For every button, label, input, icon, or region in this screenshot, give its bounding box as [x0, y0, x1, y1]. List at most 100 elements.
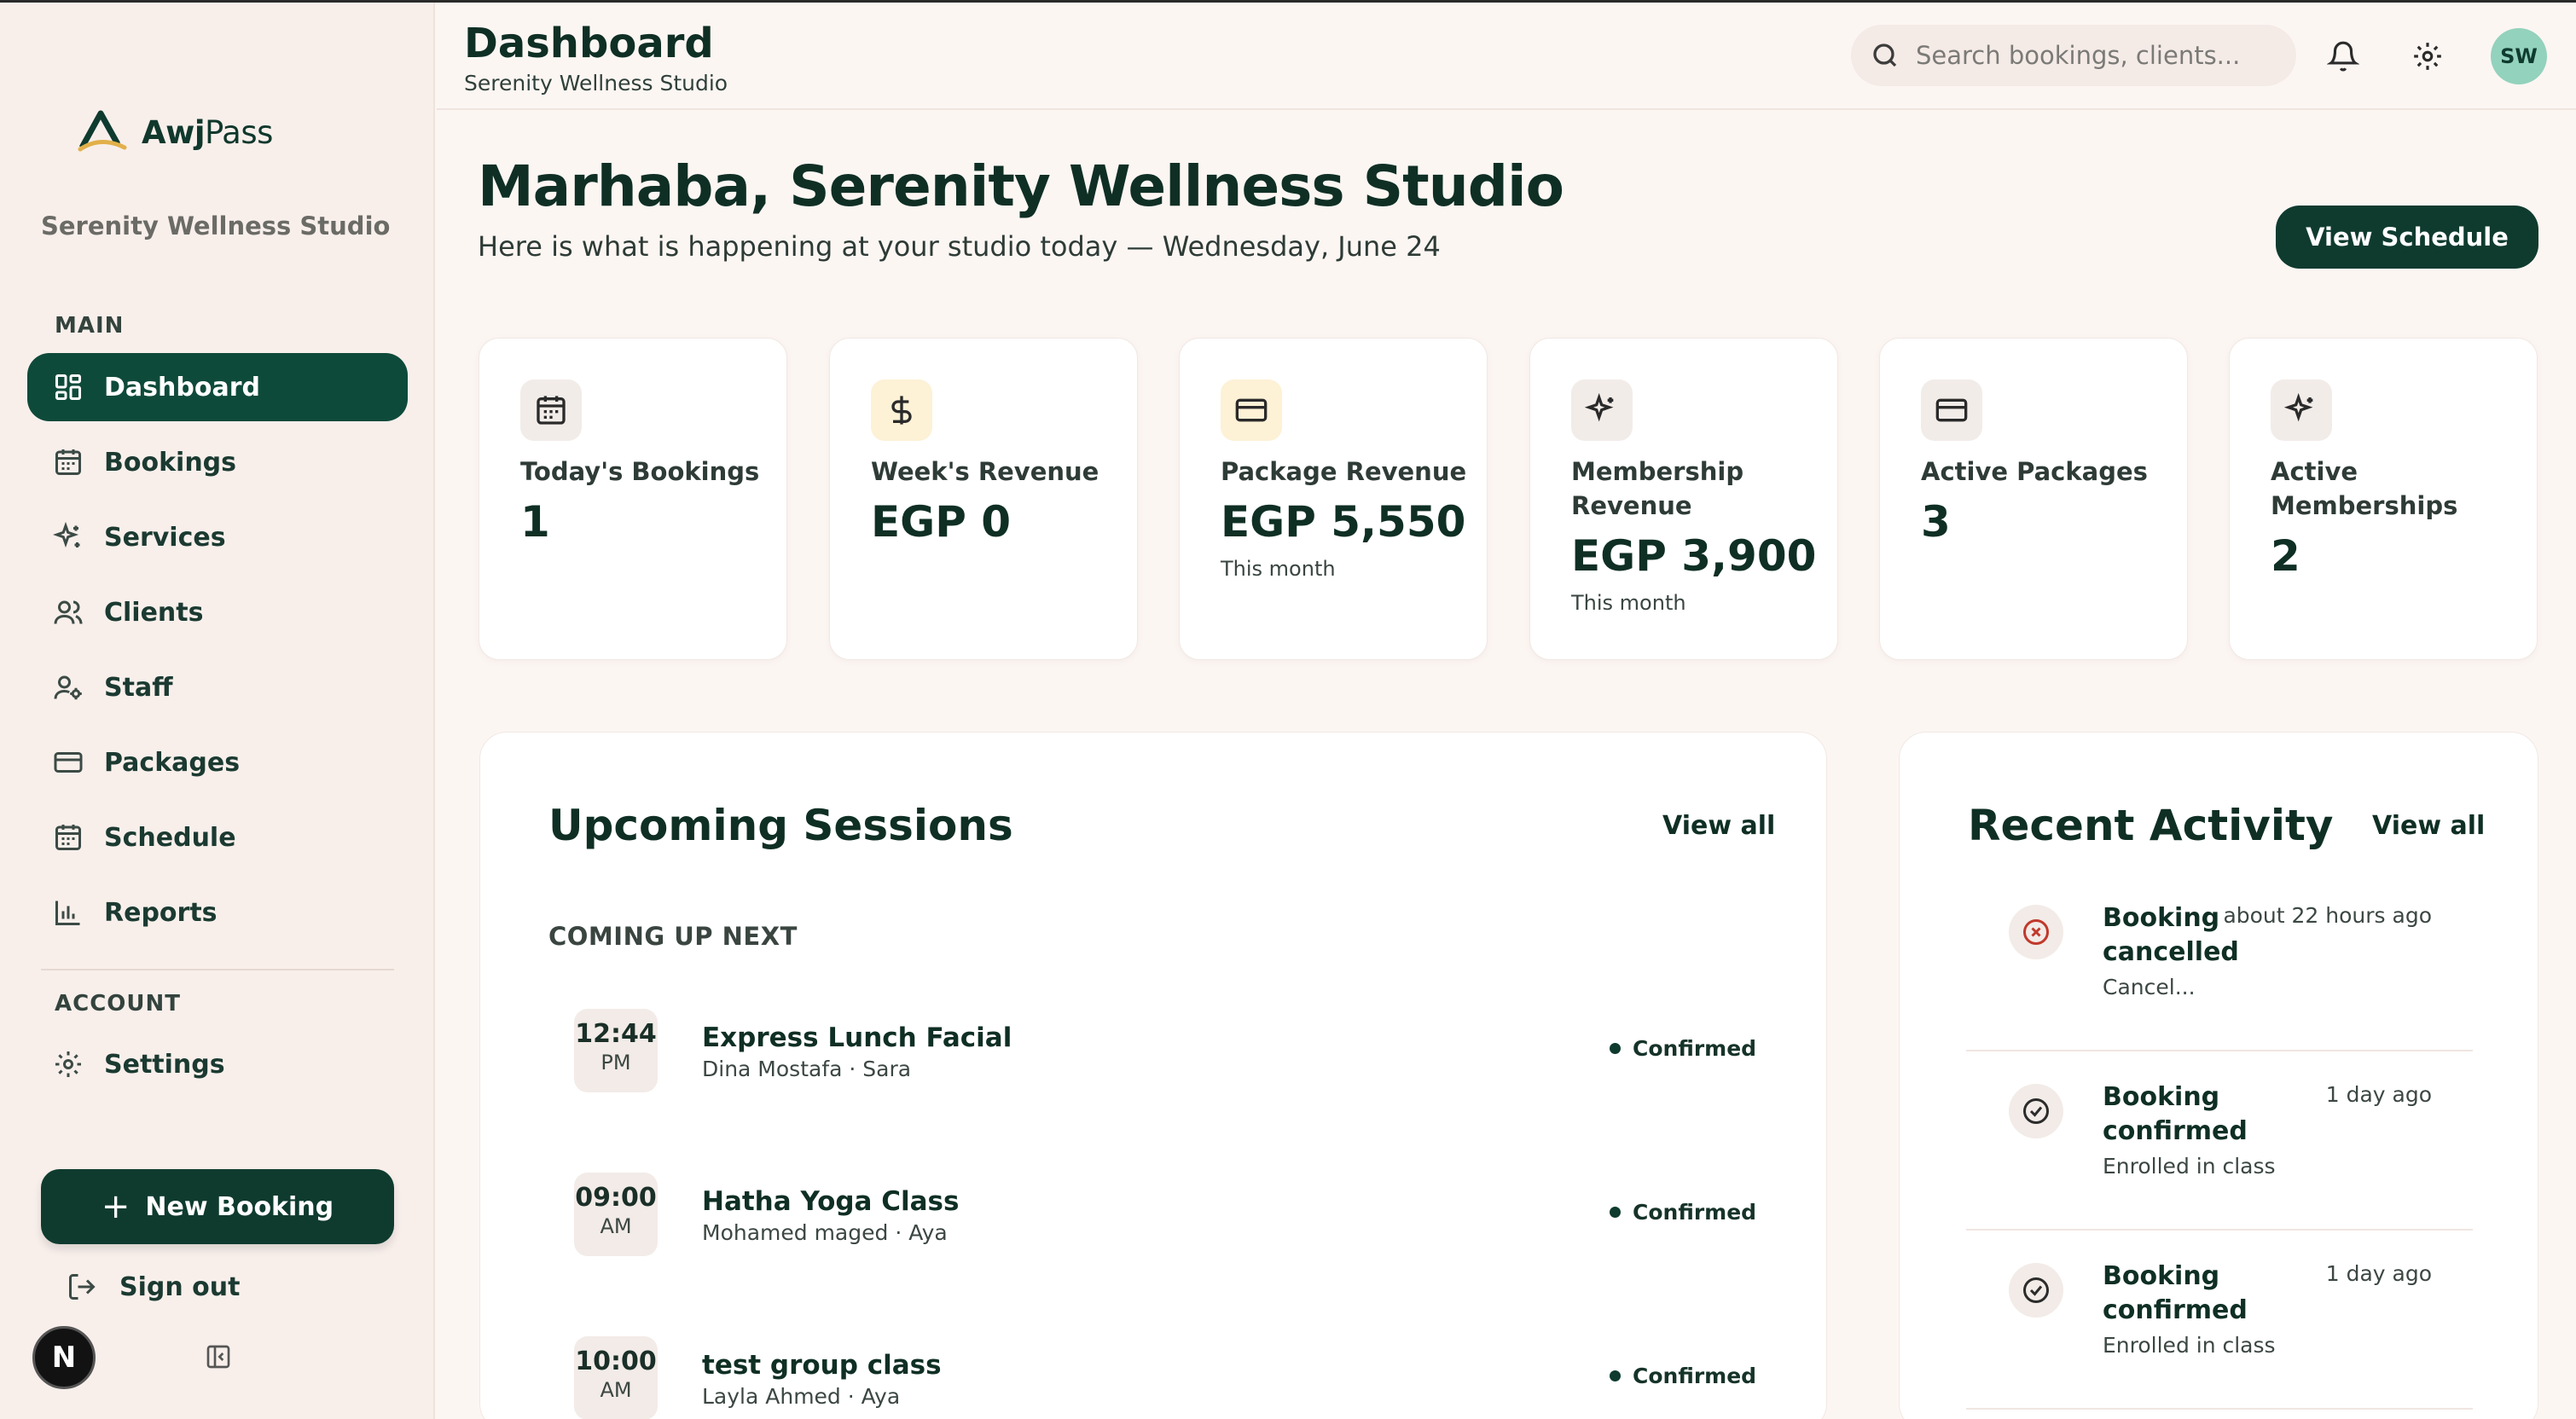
stat-card-todays-bookings[interactable]: Today's Bookings 1	[479, 338, 787, 660]
activity-view-all-link[interactable]: View all	[2372, 811, 2485, 841]
stat-label: Week's Revenue	[871, 457, 1099, 486]
stat-card-weeks-revenue[interactable]: Week's Revenue EGP 0	[829, 338, 1138, 660]
sidebar-item-schedule[interactable]: Schedule	[27, 803, 408, 872]
sidebar-item-packages[interactable]: Packages	[27, 728, 408, 796]
sidebar-item-label: Services	[104, 522, 226, 553]
sidebar-item-staff[interactable]: Staff	[27, 653, 408, 721]
sparkles-icon	[2271, 379, 2332, 441]
coming-up-label: COMING UP NEXT	[548, 922, 798, 951]
status-dot-icon	[1610, 1043, 1621, 1054]
stat-label: Package Revenue	[1221, 457, 1467, 486]
upcoming-sessions-title: Upcoming Sessions	[548, 801, 1013, 850]
stat-card-active-packages[interactable]: Active Packages 3	[1879, 338, 2188, 660]
gear-icon	[55, 1051, 81, 1077]
card-icon	[1221, 379, 1282, 441]
status-dot-icon	[1610, 1370, 1621, 1381]
session-meta: Dina Mostafa · Sara	[702, 1057, 912, 1081]
check-circle-icon	[2009, 1084, 2063, 1138]
stat-card-package-revenue[interactable]: Package Revenue EGP 5,550 This month	[1179, 338, 1488, 660]
stat-card-membership-revenue[interactable]: Membership Revenue EGP 3,900 This month	[1529, 338, 1838, 660]
sign-out-label: Sign out	[119, 1271, 241, 1302]
stat-value: EGP 3,900	[1571, 531, 1817, 581]
stat-label: Today's Bookings	[520, 457, 760, 486]
sidebar-item-settings[interactable]: Settings	[27, 1030, 408, 1098]
sidebar-item-label: Staff	[104, 672, 173, 703]
view-schedule-button[interactable]: View Schedule	[2276, 206, 2538, 269]
sidebar-item-label: Reports	[104, 897, 218, 928]
stat-card-active-memberships[interactable]: Active Memberships 2	[2229, 338, 2538, 660]
user-badge[interactable]: N	[32, 1326, 96, 1389]
avatar[interactable]: SW	[2491, 28, 2547, 84]
search-input[interactable]	[1916, 41, 2274, 70]
stat-note: This month	[1221, 557, 1336, 581]
x-circle-icon	[2009, 905, 2063, 959]
sparkles-icon	[1571, 379, 1633, 441]
greeting-heading: Marhaba, Serenity Wellness Studio	[478, 153, 1564, 219]
session-row[interactable]: 10:00 AM test group class Layla Ahmed · …	[574, 1336, 1756, 1419]
stat-value: EGP 0	[871, 497, 1012, 547]
sidebar-item-dashboard[interactable]: Dashboard	[27, 353, 408, 421]
session-meta: Mohamed maged · Aya	[702, 1220, 948, 1245]
sidebar-item-label: Dashboard	[104, 372, 260, 403]
session-row[interactable]: 12:44 PM Express Lunch Facial Dina Mosta…	[574, 1009, 1756, 1094]
awjpass-logo-icon	[78, 110, 127, 152]
activity-item[interactable]: Booking cancelled about 22 hours ago Can…	[1966, 891, 2473, 1062]
session-name: test group class	[702, 1350, 942, 1381]
activity-item[interactable]: Booking confirmed 1 day ago Enrolled in …	[1966, 1249, 2473, 1419]
bar-chart-icon	[55, 901, 80, 925]
session-meta: Layla Ahmed · Aya	[702, 1384, 901, 1409]
plus-icon: +	[101, 1187, 131, 1226]
activity-title: Booking confirmed	[2103, 1261, 2248, 1325]
search-bar[interactable]	[1851, 25, 2296, 86]
session-name: Hatha Yoga Class	[702, 1186, 960, 1217]
session-name: Express Lunch Facial	[702, 1022, 1012, 1053]
activity-item[interactable]: Booking confirmed 1 day ago Enrolled in …	[1966, 1070, 2473, 1241]
sidebar-divider	[41, 969, 394, 970]
gear-icon[interactable]	[2411, 40, 2444, 72]
sign-out-icon	[69, 1274, 96, 1300]
activity-desc: Enrolled in class	[2103, 1333, 2276, 1358]
session-row[interactable]: 09:00 AM Hatha Yoga Class Mohamed maged …	[574, 1173, 1756, 1258]
sidebar-item-label: Schedule	[104, 822, 236, 853]
dashboard-icon	[55, 374, 81, 400]
greeting-subtitle: Here is what is happening at your studio…	[478, 230, 1441, 263]
sidebar-studio-name: Serenity Wellness Studio	[41, 211, 391, 240]
sidebar-item-reports[interactable]: Reports	[27, 878, 408, 947]
session-time: 09:00 AM	[574, 1173, 658, 1256]
stat-label: Active Packages	[1921, 457, 2148, 486]
calendar-icon	[55, 825, 81, 850]
page-title: Dashboard	[464, 20, 714, 67]
activity-time: 1 day ago	[2325, 1261, 2432, 1286]
activity-desc: Cancel...	[2103, 975, 2196, 999]
new-booking-label: New Booking	[145, 1191, 334, 1222]
activity-title: Booking confirmed	[2103, 1082, 2248, 1146]
session-time: 10:00 AM	[574, 1336, 658, 1419]
session-time: 12:44 PM	[574, 1009, 658, 1092]
users-icon	[54, 600, 83, 624]
sidebar-item-label: Bookings	[104, 447, 237, 478]
brand-logo[interactable]: AwjPass	[75, 110, 273, 154]
top-header: Dashboard Serenity Wellness Studio SW	[437, 3, 2576, 110]
stat-value: 3	[1921, 497, 1951, 547]
stat-label: Membership Revenue	[1571, 457, 1744, 520]
sidebar-item-services[interactable]: Services	[27, 503, 408, 571]
sidebar-item-clients[interactable]: Clients	[27, 578, 408, 646]
calendar-icon	[520, 379, 582, 441]
brand-name: AwjPass	[142, 113, 273, 151]
stat-value: EGP 5,550	[1221, 497, 1466, 547]
new-booking-button[interactable]: + New Booking	[41, 1169, 394, 1244]
sidebar-item-bookings[interactable]: Bookings	[27, 428, 408, 496]
stat-value: 2	[2271, 531, 2300, 581]
sign-out-button[interactable]: Sign out	[67, 1271, 240, 1302]
bell-icon[interactable]	[2326, 40, 2360, 72]
section-label-main: MAIN	[55, 313, 125, 339]
sidebar-item-label: Packages	[104, 747, 241, 778]
activity-divider	[1966, 1408, 2473, 1410]
status-badge: Confirmed	[1610, 1200, 1756, 1225]
calendar-icon	[55, 449, 81, 475]
collapse-sidebar-icon[interactable]	[205, 1343, 232, 1370]
upcoming-view-all-link[interactable]: View all	[1662, 811, 1775, 841]
card-icon	[1921, 379, 1982, 441]
check-circle-icon	[2009, 1263, 2063, 1318]
section-label-account: ACCOUNT	[55, 991, 181, 1016]
